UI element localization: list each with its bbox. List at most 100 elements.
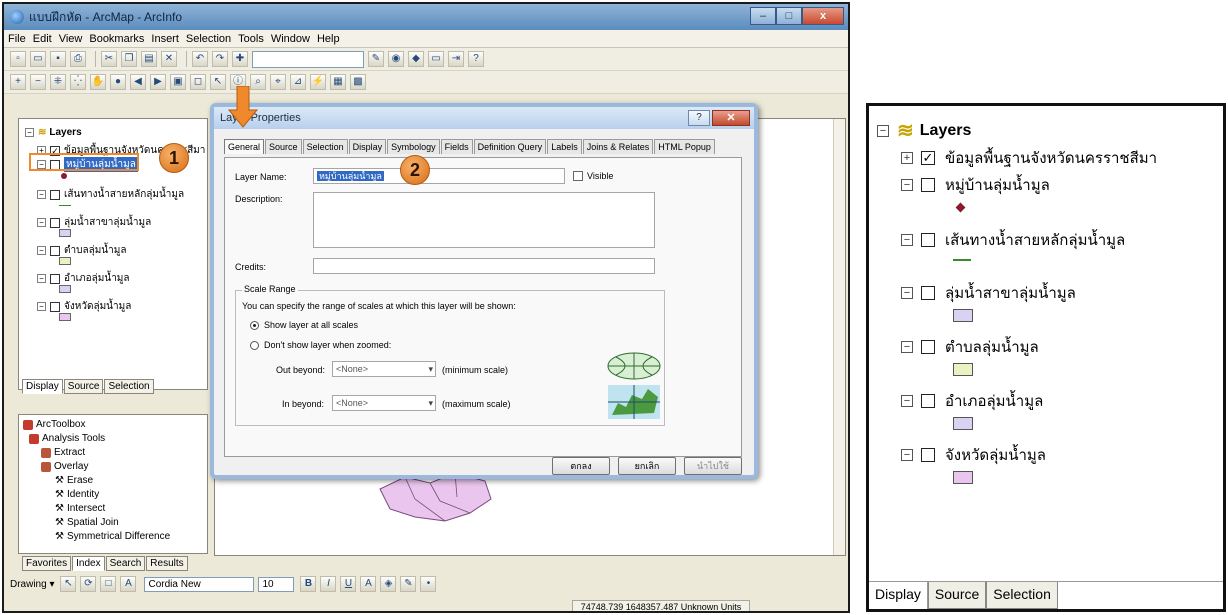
zoom-toc-root[interactable]: − ≋ Layers bbox=[877, 118, 971, 143]
menu-bookmarks[interactable]: Bookmarks bbox=[89, 33, 144, 45]
paste-icon[interactable]: ▤ bbox=[141, 51, 157, 67]
menu-file[interactable]: File bbox=[8, 33, 26, 45]
tab-joins-relates[interactable]: Joins & Relates bbox=[582, 139, 654, 154]
toolbox-item[interactable]: ⚒ Erase bbox=[55, 475, 93, 486]
polygon-symbol[interactable] bbox=[59, 285, 71, 293]
collapse-icon[interactable]: − bbox=[901, 179, 913, 191]
visible-checkbox[interactable] bbox=[573, 171, 583, 181]
font-name-combo[interactable]: Cordia New bbox=[144, 576, 255, 592]
collapse-icon[interactable]: − bbox=[901, 341, 913, 353]
menu-tools[interactable]: Tools bbox=[238, 33, 264, 45]
zoom-toc-layer-1[interactable]: − หมู่บ้านลุ่มน้ำมูล bbox=[901, 173, 1050, 197]
pan-icon[interactable]: ✋ bbox=[90, 74, 106, 90]
zoom-toc-layer-0[interactable]: + ✓ ข้อมูลพื้นฐานจังหวัดนครราชสีมา bbox=[901, 146, 1157, 170]
font-size-combo[interactable]: 10 bbox=[258, 576, 295, 592]
toolbox-item[interactable]: ⚒ Identity bbox=[55, 489, 99, 500]
full-extent-icon[interactable]: ● bbox=[110, 74, 126, 90]
collapse-icon[interactable]: − bbox=[877, 124, 889, 137]
save-icon[interactable]: ▪ bbox=[50, 51, 66, 67]
apply-button[interactable]: นำไปใช้ bbox=[684, 457, 742, 475]
menu-insert[interactable]: Insert bbox=[151, 33, 179, 45]
tab-index[interactable]: Index bbox=[72, 556, 105, 571]
tab-general[interactable]: General bbox=[224, 139, 265, 154]
fixed-zoom-out-icon[interactable]: ⁛ bbox=[70, 74, 86, 90]
dialog-close-button[interactable]: ✕ bbox=[712, 110, 750, 126]
tab-html-popup[interactable]: HTML Popup bbox=[654, 139, 715, 154]
toc-layer-6[interactable]: − จังหวัดลุ่มน้ำมูล bbox=[37, 299, 131, 314]
tab-source[interactable]: Source bbox=[265, 139, 302, 154]
zoom-toc-layer-5[interactable]: − อำเภอลุ่มน้ำมูล bbox=[901, 389, 1043, 413]
hyperlink-icon[interactable]: ⚡ bbox=[310, 74, 326, 90]
zoom-out-icon[interactable]: − bbox=[30, 74, 46, 90]
polygon-symbol[interactable] bbox=[953, 363, 973, 376]
layer-visibility-checkbox[interactable] bbox=[50, 273, 60, 284]
line-color-icon[interactable]: ✎ bbox=[400, 576, 417, 592]
new-document-icon[interactable]: ▫ bbox=[10, 51, 26, 67]
cut-icon[interactable]: ✂ bbox=[101, 51, 117, 67]
polygon-symbol[interactable] bbox=[953, 309, 973, 322]
menu-help[interactable]: Help bbox=[317, 33, 340, 45]
collapse-icon[interactable]: − bbox=[901, 287, 913, 299]
model-builder-icon[interactable]: ⇥ bbox=[448, 51, 464, 67]
delete-icon[interactable]: ✕ bbox=[161, 51, 177, 67]
marker-color-icon[interactable]: • bbox=[420, 576, 437, 592]
polygon-symbol[interactable] bbox=[59, 257, 71, 265]
tab-selection[interactable]: Selection bbox=[302, 139, 348, 154]
collapse-icon[interactable]: − bbox=[901, 395, 913, 407]
toolbox-item[interactable]: ⚒ Spatial Join bbox=[55, 517, 119, 528]
rotate-icon[interactable]: ⟳ bbox=[80, 576, 97, 592]
polygon-symbol[interactable] bbox=[953, 471, 973, 484]
tab-selection[interactable]: Selection bbox=[104, 379, 154, 394]
collapse-icon[interactable]: − bbox=[25, 128, 34, 137]
collapse-icon[interactable]: − bbox=[37, 190, 46, 199]
toolbox-item[interactable]: ⚒ Intersect bbox=[55, 503, 105, 514]
toc-layer-4[interactable]: − ตำบลลุ่มน้ำมูล bbox=[37, 243, 126, 258]
line-symbol[interactable] bbox=[59, 205, 71, 206]
zoom-toc-layer-4[interactable]: − ตำบลลุ่มน้ำมูล bbox=[901, 335, 1039, 359]
command-line-icon[interactable]: ▭ bbox=[428, 51, 444, 67]
point-symbol[interactable] bbox=[955, 202, 966, 213]
tab-display[interactable]: Display bbox=[869, 582, 928, 609]
tab-favorites[interactable]: Favorites bbox=[22, 556, 72, 571]
menu-edit[interactable]: Edit bbox=[33, 33, 52, 45]
layer-visibility-checkbox[interactable] bbox=[921, 394, 935, 408]
layer-visibility-checkbox[interactable] bbox=[921, 286, 935, 300]
clear-selection-icon[interactable]: ◻ bbox=[190, 74, 206, 90]
collapse-icon[interactable]: − bbox=[37, 274, 46, 283]
html-popup-icon[interactable]: ▦ bbox=[330, 74, 346, 90]
map-vertical-scrollbar[interactable] bbox=[833, 119, 845, 555]
polygon-symbol[interactable] bbox=[953, 417, 973, 430]
layer-visibility-checkbox[interactable]: ✓ bbox=[921, 151, 935, 165]
cancel-button[interactable]: ยกเลิก bbox=[618, 457, 676, 475]
tab-search[interactable]: Search bbox=[105, 556, 146, 571]
in-beyond-dropdown[interactable]: <None> bbox=[332, 395, 436, 411]
editor-icon[interactable]: ✎ bbox=[368, 51, 384, 67]
zoom-toc-layer-2[interactable]: − เส้นทางน้ำสายหลักลุ่มน้ำมูล bbox=[901, 228, 1125, 252]
layer-visibility-checkbox[interactable] bbox=[50, 301, 60, 312]
show-all-scales-radio[interactable] bbox=[250, 321, 259, 330]
toc-layer-5[interactable]: − อำเภอลุ่มน้ำมูล bbox=[37, 271, 130, 286]
print-icon[interactable]: ⎙ bbox=[70, 51, 86, 67]
select-elements-icon[interactable]: ↖ bbox=[60, 576, 77, 592]
expand-icon[interactable]: + bbox=[901, 152, 913, 164]
ok-button[interactable]: ตกลง bbox=[552, 457, 610, 475]
tab-selection[interactable]: Selection bbox=[986, 582, 1058, 609]
copy-icon[interactable]: ❐ bbox=[121, 51, 137, 67]
redo-icon[interactable]: ↷ bbox=[212, 51, 228, 67]
out-beyond-dropdown[interactable]: <None> bbox=[332, 361, 436, 377]
bold-icon[interactable]: B bbox=[300, 576, 317, 592]
toolbox-item[interactable]: Overlay bbox=[41, 461, 88, 472]
arctoolbox-icon[interactable]: ◆ bbox=[408, 51, 424, 67]
add-data-icon[interactable]: ✚ bbox=[232, 51, 248, 67]
collapse-icon[interactable]: − bbox=[901, 449, 913, 461]
select-features-icon[interactable]: ▣ bbox=[170, 74, 186, 90]
toc-layer-2[interactable]: − เส้นทางน้ำสายหลักลุ่มน้ำมูล bbox=[37, 187, 184, 202]
layer-visibility-checkbox[interactable] bbox=[50, 245, 60, 256]
layer-visibility-checkbox[interactable] bbox=[50, 217, 60, 228]
text-icon[interactable]: A bbox=[120, 576, 137, 592]
tab-source[interactable]: Source bbox=[63, 379, 104, 394]
tab-results[interactable]: Results bbox=[146, 556, 188, 571]
layer-visibility-checkbox[interactable] bbox=[921, 448, 935, 462]
toolbox-item[interactable]: Extract bbox=[41, 447, 85, 458]
back-extent-icon[interactable]: ◀ bbox=[130, 74, 146, 90]
